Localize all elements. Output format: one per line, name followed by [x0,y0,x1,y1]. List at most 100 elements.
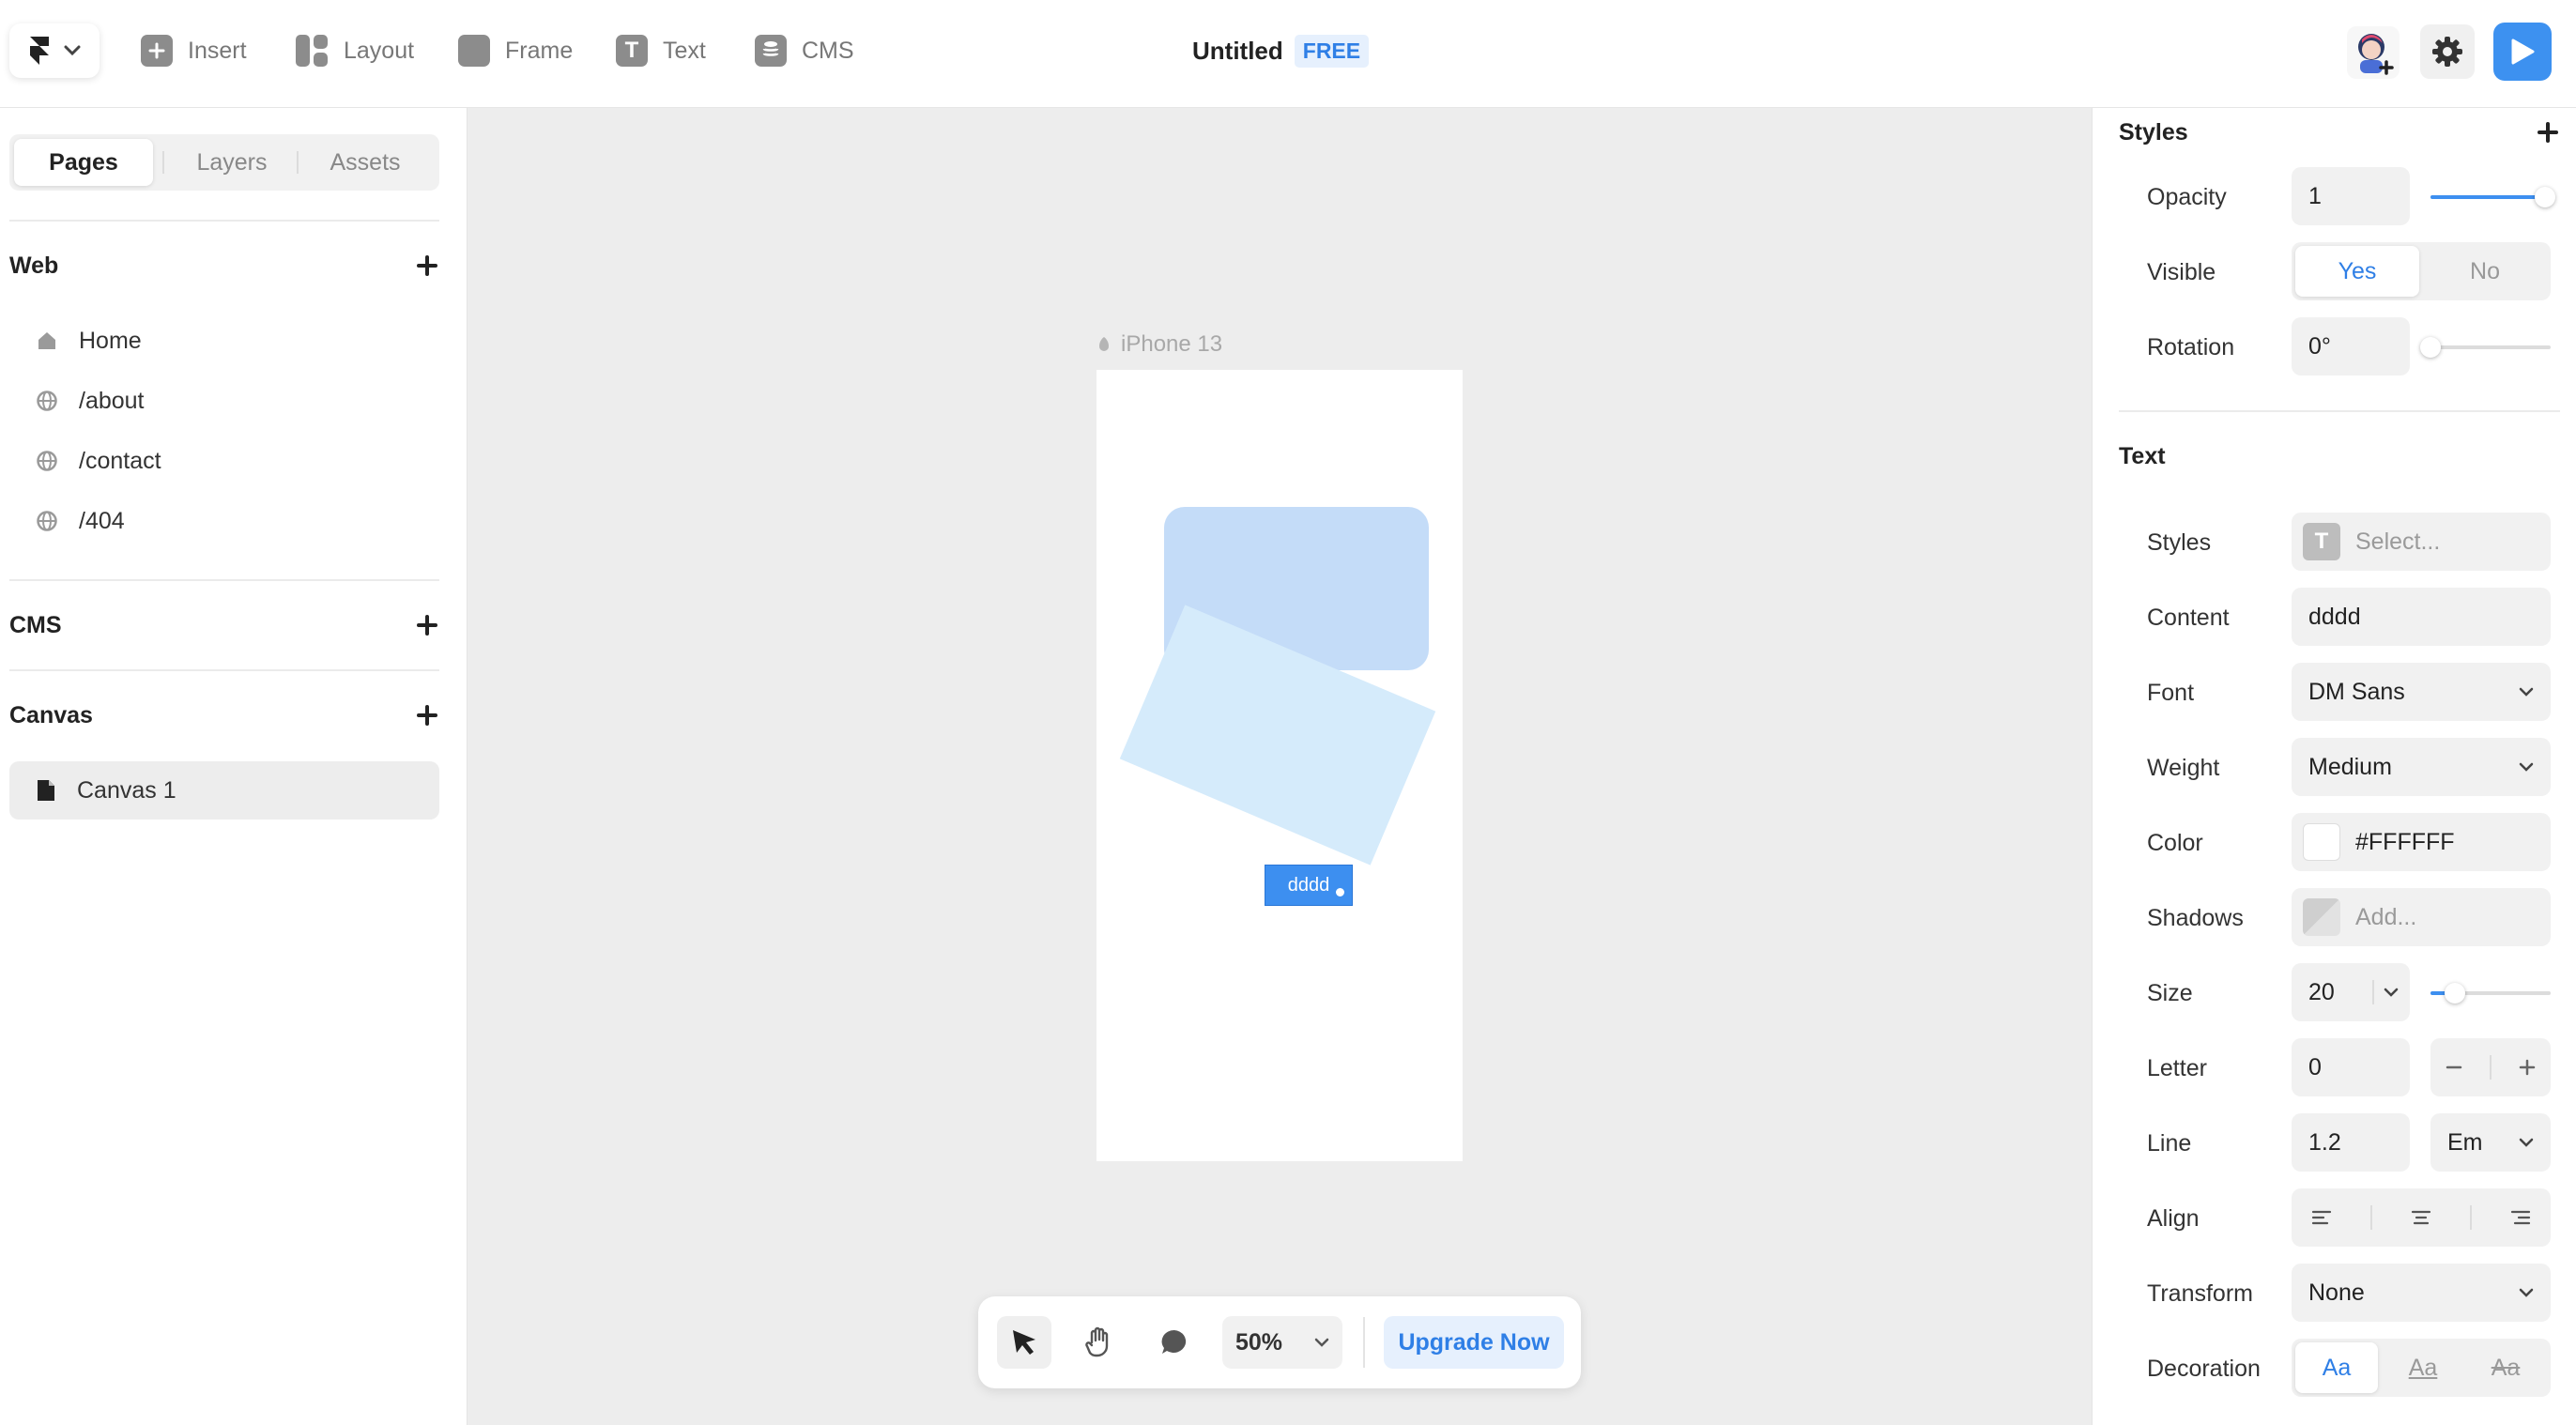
insert-button[interactable]: Insert [141,30,247,71]
line-unit-select[interactable]: Em [2430,1113,2551,1172]
transform-select[interactable]: None [2292,1264,2551,1322]
size-input[interactable]: 20 [2292,963,2410,1021]
tab-pages[interactable]: Pages [14,139,153,186]
tab-layers[interactable]: Layers [162,139,301,186]
visible-no-option[interactable]: No [2423,246,2547,297]
shadow-swatch [2303,898,2340,936]
app-menu-button[interactable] [9,23,100,78]
opacity-slider[interactable] [2430,187,2555,207]
rotation-slider-knob[interactable] [2420,337,2441,358]
canvas-item-canvas-1[interactable]: Canvas 1 [9,761,439,820]
styles-section-header: Styles [2119,114,2560,151]
settings-button[interactable] [2420,24,2475,79]
line-height-input[interactable]: 1.2 [2292,1113,2410,1172]
cms-button[interactable]: CMS [755,30,854,71]
plan-badge: FREE [1294,34,1370,68]
align-row: Align [2093,1188,2576,1249]
minus-icon[interactable] [2444,1057,2464,1078]
decoration-none-option[interactable]: Aa [2295,1342,2378,1393]
color-label: Color [2147,829,2203,856]
decoration-underline-option[interactable]: Aa [2382,1342,2464,1393]
page-item-404[interactable]: /404 [9,494,439,548]
file-icon [38,780,54,801]
add-collection-icon[interactable] [415,613,439,637]
content-row: Content dddd [2093,588,2576,648]
align-center-icon[interactable] [2410,1208,2432,1227]
left-sidebar: Pages Layers Assets Web Home /about /con… [0,108,468,1425]
shadows-label: Shadows [2147,904,2244,931]
resize-handle[interactable] [1334,886,1346,898]
text-section-title: Text [2119,442,2166,469]
color-swatch[interactable] [2303,823,2340,861]
line-label: Line [2147,1129,2192,1157]
hand-tool-button[interactable] [1072,1316,1127,1369]
color-input[interactable]: #FFFFFF [2292,813,2551,871]
text-styles-select[interactable]: T Select... [2292,513,2551,571]
weight-row: Weight Medium [2093,738,2576,798]
color-row: Color #FFFFFF [2093,813,2576,873]
globe-icon [37,511,57,531]
content-input[interactable]: dddd [2292,588,2551,646]
cursor-icon [1013,1330,1035,1355]
frame-label-text: iPhone 13 [1121,331,1223,357]
frame-icon [458,35,490,67]
rotation-value: 0° [2308,332,2331,360]
avatar-icon [2358,34,2394,75]
cms-section-header: CMS [9,606,439,644]
weight-select[interactable]: Medium [2292,738,2551,796]
iphone-frame[interactable]: dddd [1096,370,1463,1161]
opacity-slider-knob[interactable] [2534,187,2555,207]
plus-icon[interactable] [2517,1057,2538,1078]
size-slider-knob[interactable] [2444,983,2465,1004]
chevron-down-icon [2519,762,2534,772]
upgrade-now-button[interactable]: Upgrade Now [1384,1316,1564,1369]
add-canvas-icon[interactable] [415,703,439,728]
line-unit-value: Em [2447,1128,2483,1156]
decoration-strikethrough-option[interactable]: Aa [2464,1342,2547,1393]
styles-title: Styles [2119,118,2188,146]
weight-label: Weight [2147,754,2220,781]
zoom-value: 50% [1235,1328,1283,1356]
visible-yes-option[interactable]: Yes [2295,246,2419,297]
shadows-input[interactable]: Add... [2292,888,2551,946]
align-right-icon[interactable] [2509,1208,2532,1227]
opacity-row: Opacity 1 [2093,167,2576,227]
text-button[interactable]: T Text [616,30,706,71]
text-style-icon: T [2303,523,2340,560]
preview-button[interactable] [2493,23,2552,81]
web-section-header: Web [9,247,439,284]
align-left-icon[interactable] [2310,1208,2333,1227]
invite-avatar-button[interactable] [2347,26,2400,79]
decoration-row: Decoration Aa Aa Aa [2093,1339,2576,1399]
add-style-icon[interactable] [2536,120,2560,145]
opacity-input[interactable]: 1 [2292,167,2410,225]
page-item-home[interactable]: Home [9,314,439,368]
frame-button[interactable]: Frame [458,30,573,71]
tab-assets[interactable]: Assets [296,139,435,186]
add-page-icon[interactable] [415,253,439,278]
rotation-slider[interactable] [2420,337,2551,358]
page-item-about[interactable]: /about [9,374,439,428]
page-item-contact[interactable]: /contact [9,434,439,488]
chevron-down-icon[interactable] [2384,988,2399,997]
canvas-section-title: Canvas [9,701,93,728]
plus-square-icon [141,35,173,67]
lock-icon [1099,337,1109,351]
comment-tool-button[interactable] [1147,1316,1202,1369]
size-slider[interactable] [2430,983,2551,1004]
page-label: /about [79,387,145,414]
select-tool-button[interactable] [997,1316,1051,1369]
zoom-dropdown[interactable]: 50% [1222,1316,1342,1369]
visible-toggle: Yes No [2292,242,2551,300]
color-value: #FFFFFF [2355,828,2455,855]
document-title[interactable]: Untitled FREE [1192,32,1370,69]
letter-spacing-input[interactable]: 0 [2292,1038,2410,1096]
layout-button[interactable]: Layout [295,30,414,71]
rotation-input[interactable]: 0° [2292,317,2410,375]
font-select[interactable]: DM Sans [2292,663,2551,721]
frame-title[interactable]: iPhone 13 [1096,330,1222,359]
transform-label: Transform [2147,1279,2253,1307]
cms-label: CMS [802,37,854,64]
play-icon [2511,38,2535,65]
selected-text-layer[interactable]: dddd [1265,865,1353,906]
